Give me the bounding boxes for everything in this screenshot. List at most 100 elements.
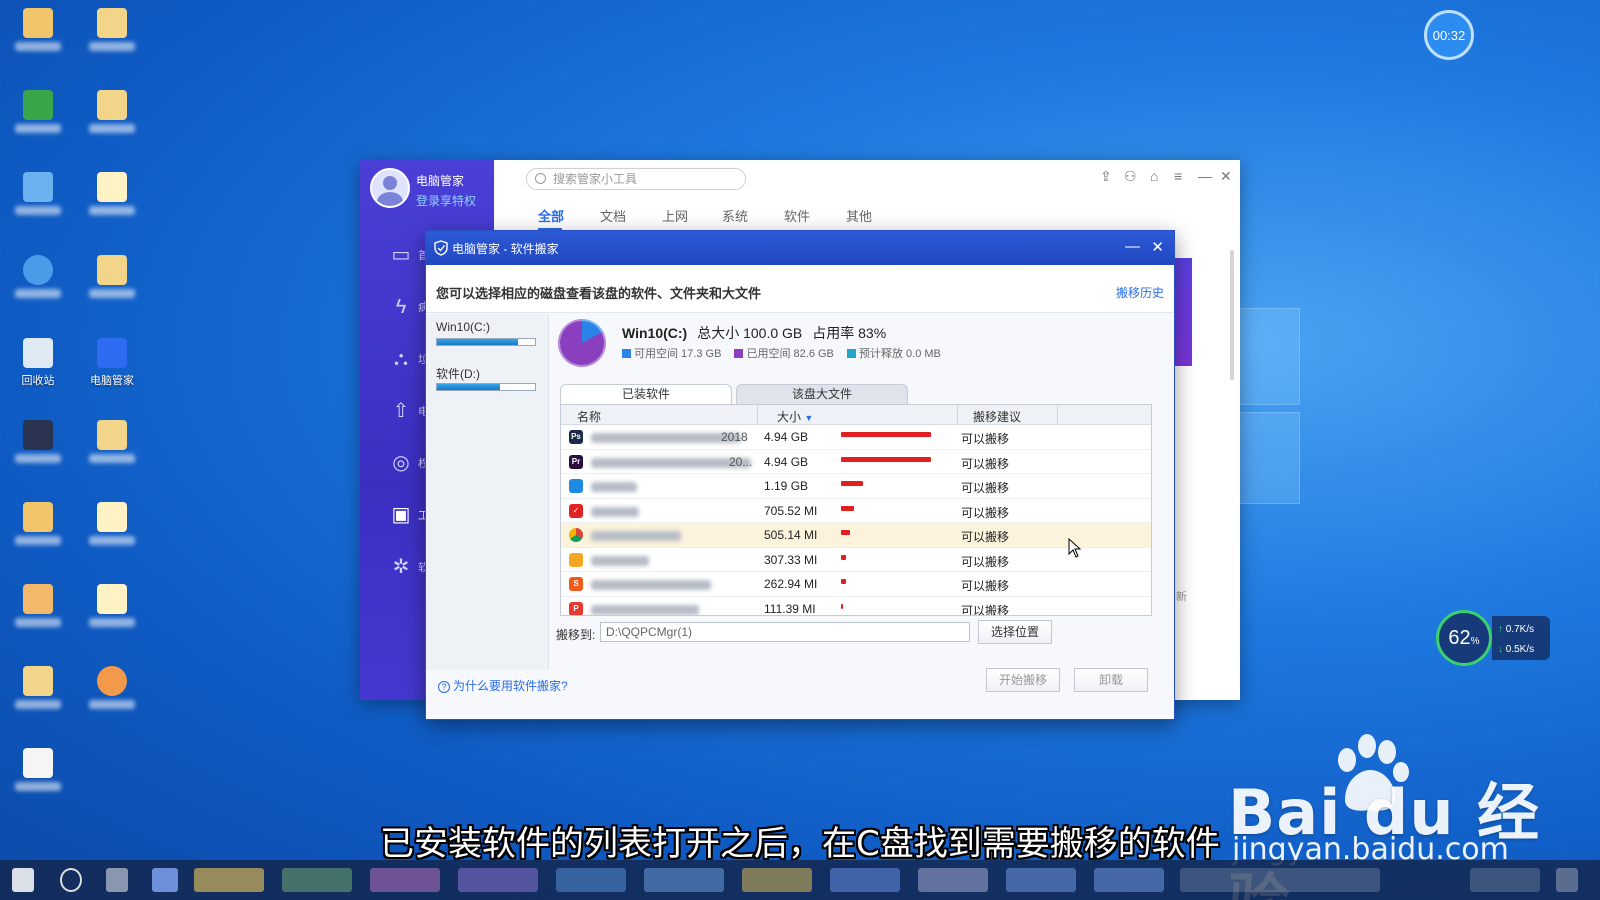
task-view-icon[interactable]: [106, 868, 128, 892]
desktop-icon[interactable]: [6, 8, 70, 54]
minimize-icon[interactable]: —: [1198, 168, 1212, 184]
desktop-icon[interactable]: [80, 502, 144, 548]
tab-software[interactable]: 软件: [784, 206, 810, 225]
taskbar-app[interactable]: [152, 868, 178, 892]
question-icon: ?: [438, 681, 450, 693]
col-size[interactable]: 大小 ▼: [777, 408, 813, 425]
taskbar-app[interactable]: [370, 868, 440, 892]
desktop-icon[interactable]: [80, 172, 144, 218]
desktop-icon[interactable]: [6, 502, 70, 548]
table-row[interactable]: 1.19 GB 可以搬移: [561, 474, 1151, 499]
table-row[interactable]: S 262.94 MI 可以搬移: [561, 572, 1151, 597]
col-advice[interactable]: 搬移建议: [973, 408, 1021, 425]
disk-item-d[interactable]: 软件(D:): [436, 365, 538, 405]
search-icon[interactable]: [60, 868, 82, 892]
table-row[interactable]: Ps 2018 4.94 GB 可以搬移: [561, 425, 1151, 450]
start-move-button[interactable]: 开始搬移: [986, 668, 1060, 692]
tab-installed-software[interactable]: 已装软件: [560, 384, 732, 404]
move-history-link[interactable]: 搬移历史: [1116, 284, 1164, 301]
lightning-icon[interactable]: ϟ: [386, 292, 416, 322]
desktop-icon[interactable]: [80, 8, 144, 54]
taskbar-app[interactable]: [282, 868, 352, 892]
col-name[interactable]: 名称: [577, 408, 601, 425]
tab-docs[interactable]: 文档: [600, 206, 626, 225]
tab-all[interactable]: 全部: [538, 206, 564, 225]
tool-search-input[interactable]: 搜索管家小工具: [526, 168, 746, 190]
desktop-icon[interactable]: [6, 255, 70, 301]
sort-desc-icon: ▼: [804, 413, 814, 423]
software-icon[interactable]: ✲: [386, 552, 416, 582]
table-row[interactable]: 307.33 MI 可以搬移: [561, 548, 1151, 572]
tab-internet[interactable]: 上网: [662, 206, 688, 225]
rocket-icon[interactable]: ⇧: [386, 396, 416, 426]
broom-icon[interactable]: ⛬: [386, 344, 416, 374]
table-row[interactable]: P 111.39 MI 可以搬移: [561, 597, 1151, 616]
size-bar: [841, 456, 931, 462]
table-row[interactable]: Pr 20... 4.94 GB 可以搬移: [561, 450, 1151, 474]
taskbar-app[interactable]: [556, 868, 626, 892]
app-size: 111.39 MI: [764, 601, 816, 616]
dialog-title: 电脑管家 - 软件搬家: [452, 241, 559, 256]
shirt-icon[interactable]: ⌂: [1150, 168, 1158, 184]
minimize-icon[interactable]: —: [1125, 238, 1140, 255]
dialog-hint: 您可以选择相应的磁盘查看该盘的软件、文件夹和大文件: [436, 286, 762, 301]
app-name-redacted: [591, 432, 741, 443]
taskbar-app[interactable]: [644, 868, 724, 892]
shield-check-icon[interactable]: ◎: [386, 448, 416, 478]
upload-icon[interactable]: ⇪: [1100, 168, 1112, 185]
taskbar-app[interactable]: [194, 868, 264, 892]
users-icon[interactable]: ⚇: [1124, 168, 1137, 185]
notification-icon[interactable]: [1556, 868, 1578, 892]
desktop-icon[interactable]: [6, 584, 70, 630]
close-icon[interactable]: ✕: [1151, 238, 1164, 256]
menu-icon[interactable]: ≡: [1174, 168, 1182, 184]
desktop-icon[interactable]: [80, 666, 144, 712]
taskbar-app[interactable]: [830, 868, 900, 892]
tab-large-files[interactable]: 该盘大文件: [736, 384, 908, 404]
app-size: 4.94 GB: [764, 454, 809, 469]
size-bar: [841, 530, 850, 535]
taskbar-app[interactable]: [742, 868, 812, 892]
main-scrollbar[interactable]: [1230, 250, 1234, 380]
taskbar-app[interactable]: [458, 868, 538, 892]
monitor-icon[interactable]: ▭: [386, 240, 416, 270]
taskbar-app[interactable]: [918, 868, 988, 892]
taskbar-app[interactable]: [1006, 868, 1076, 892]
desktop-icon[interactable]: [80, 420, 144, 466]
legend-swatch-release: [846, 349, 856, 358]
table-row[interactable]: 505.14 MI 可以搬移: [561, 523, 1151, 548]
pc-manager-desktop-icon[interactable]: 电脑管家: [80, 338, 144, 388]
desktop-icon[interactable]: [80, 255, 144, 301]
disk-item-c[interactable]: Win10(C:): [436, 320, 538, 360]
desktop-icon[interactable]: [80, 90, 144, 136]
table-row[interactable]: ✓ 705.52 MI 可以搬移: [561, 499, 1151, 523]
tab-system[interactable]: 系统: [722, 206, 748, 225]
recycle-bin-icon[interactable]: 回收站: [6, 338, 70, 388]
system-tray[interactable]: [1180, 868, 1380, 892]
taskbar-app[interactable]: [1094, 868, 1164, 892]
desktop-icon[interactable]: [6, 90, 70, 136]
premiere-icon: Pr: [569, 454, 583, 469]
help-link[interactable]: ? 为什么要用软件搬家?: [438, 677, 568, 694]
choose-location-button[interactable]: 选择位置: [978, 620, 1052, 644]
disk-list: Win10(C:) 软件(D:): [426, 314, 549, 670]
col-separator: [957, 405, 958, 425]
network-speed-widget[interactable]: 62% ↑ 0.7K/s ↓ 0.5K/s: [1436, 610, 1550, 666]
toolbox-icon[interactable]: ▣: [386, 500, 416, 530]
user-avatar[interactable]: [370, 168, 410, 208]
login-link[interactable]: 登录享特权: [416, 192, 476, 209]
move-to-path-input[interactable]: [600, 622, 970, 642]
desktop-icon[interactable]: [6, 748, 70, 794]
clock[interactable]: [1470, 868, 1540, 892]
start-icon[interactable]: [12, 868, 34, 892]
desktop-icon[interactable]: [6, 666, 70, 712]
close-icon[interactable]: ✕: [1220, 168, 1232, 185]
legend-swatch-used: [734, 349, 744, 358]
tab-other[interactable]: 其他: [846, 206, 872, 225]
desktop-icon[interactable]: [6, 420, 70, 466]
app-orange-icon: [569, 552, 583, 567]
desktop-icon[interactable]: [6, 172, 70, 218]
app-name-redacted: [591, 579, 741, 590]
desktop-icon[interactable]: [80, 584, 144, 630]
uninstall-button[interactable]: 卸载: [1074, 668, 1148, 692]
